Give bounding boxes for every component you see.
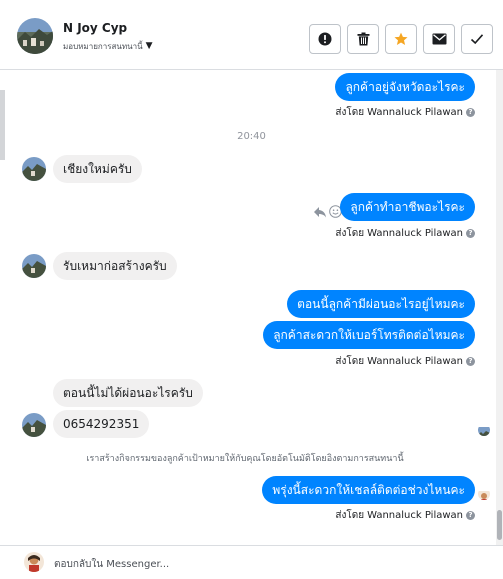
mark-done-button[interactable] (461, 24, 493, 54)
delete-button[interactable] (347, 24, 379, 54)
seen-avatar (478, 488, 490, 500)
contact-avatar-small (22, 157, 46, 181)
conversation-toolbar (309, 24, 493, 54)
sent-by-label: ส่งโดย Wannaluck Pilawan ? (335, 508, 475, 523)
timestamp: 20:40 (237, 131, 266, 142)
sent-by-prefix: ส่งโดย (335, 356, 365, 367)
assign-conversation-dropdown[interactable]: มอบหมายการสนทนานี้ ▼ (63, 40, 153, 53)
contact-avatar-small (22, 413, 46, 437)
conversation-header: N Joy Cyp มอบหมายการสนทนานี้ ▼ (0, 0, 503, 70)
incoming-message[interactable]: ตอนนี้ไม่ได้ผ่อนอะไรครับ (53, 379, 203, 407)
envelope-icon (432, 33, 446, 45)
agent-name: Wannaluck Pilawan (367, 356, 463, 367)
sent-by-prefix: ส่งโดย (335, 228, 365, 239)
sent-by-label: ส่งโดย Wannaluck Pilawan ? (335, 226, 475, 241)
agent-name: Wannaluck Pilawan (367, 107, 463, 118)
page-scrollbar[interactable] (0, 90, 5, 160)
caret-down-icon: ▼ (145, 41, 153, 51)
star-icon (394, 32, 408, 45)
outgoing-message[interactable]: ลูกค้าสะดวกให้เบอร์โทรติดต่อไหมคะ (263, 321, 475, 349)
outgoing-message[interactable]: ลูกค้าอยู่จังหวัดอะไรคะ (335, 73, 475, 101)
help-icon[interactable]: ? (466, 229, 475, 238)
outgoing-message[interactable]: ลูกค้าทำอาชีพอะไรคะ (340, 193, 475, 221)
mark-unread-button[interactable] (423, 24, 455, 54)
star-button[interactable] (385, 24, 417, 54)
agent-name: Wannaluck Pilawan (367, 510, 463, 521)
sent-by-label: ส่งโดย Wannaluck Pilawan ? (335, 105, 475, 120)
outgoing-message[interactable]: พรุ่งนี้สะดวกให้เชลล์ติดต่อช่วงไหนคะ (262, 476, 475, 504)
reply-composer: ตอบกลับใน Messenger... (0, 545, 503, 579)
contact-avatar-small (22, 254, 46, 278)
incoming-message[interactable]: รับเหมาก่อสร้างครับ (53, 252, 177, 280)
sent-by-prefix: ส่งโดย (335, 107, 365, 118)
contact-avatar[interactable] (17, 18, 53, 54)
agent-name: Wannaluck Pilawan (367, 228, 463, 239)
reply-icon[interactable] (313, 203, 327, 222)
agent-avatar (24, 552, 44, 572)
checkmark-icon (470, 34, 484, 45)
assign-label: มอบหมายการสนทนานี้ (63, 42, 143, 51)
help-icon[interactable]: ? (466, 357, 475, 366)
seen-avatar (478, 424, 490, 436)
trash-icon (357, 32, 369, 46)
outgoing-message[interactable]: ตอนนี้ลูกค้ามีผ่อนอะไรอยู่ไหมคะ (287, 290, 475, 318)
contact-name: N Joy Cyp (63, 21, 128, 35)
help-icon[interactable]: ? (466, 511, 475, 520)
sent-by-label: ส่งโดย Wannaluck Pilawan ? (335, 354, 475, 369)
incoming-message[interactable]: เชียงใหม่ครับ (53, 155, 142, 183)
alert-circle-icon (318, 32, 332, 46)
incoming-message[interactable]: 0654292351 (53, 410, 150, 438)
mark-spam-button[interactable] (309, 24, 341, 54)
system-note: เราสร้างกิจกรรมของลูกค้าเป้าหมายให้กับคุ… (86, 454, 404, 464)
help-icon[interactable]: ? (466, 108, 475, 117)
reply-input[interactable]: ตอบกลับใน Messenger... (54, 557, 169, 572)
sent-by-prefix: ส่งโดย (335, 510, 365, 521)
thread-scrollbar-thumb[interactable] (497, 510, 502, 540)
